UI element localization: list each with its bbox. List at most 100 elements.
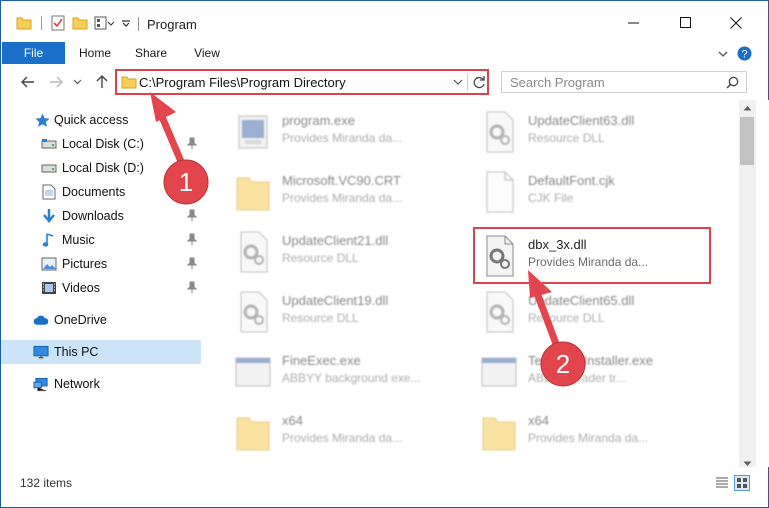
file-description: ABBYY background exe... — [282, 371, 421, 385]
nav-label: Local Disk (C:) — [62, 137, 144, 151]
pin-icon[interactable] — [187, 257, 197, 269]
pin-icon[interactable] — [187, 137, 197, 149]
pin-icon[interactable] — [187, 233, 197, 245]
file-item[interactable]: FineExec.exe ABBYY background exe... — [227, 344, 457, 400]
svg-text:?: ? — [741, 49, 747, 61]
exe-icon — [235, 357, 271, 387]
file-item[interactable]: UpdateClient63.dll Resource DLL — [473, 104, 703, 160]
minimize-button[interactable] — [611, 9, 657, 37]
highlight-box — [473, 227, 711, 284]
folder-icon — [236, 177, 270, 211]
music-icon — [41, 232, 57, 248]
file-description: Resource DLL — [282, 311, 359, 325]
folder-icon — [482, 417, 516, 451]
title-separator — [138, 17, 139, 31]
nav-label: Quick access — [54, 113, 129, 127]
address-separator — [467, 73, 468, 91]
recent-locations-button[interactable] — [71, 73, 83, 91]
nav-item-onedrive[interactable]: OneDrive — [1, 308, 202, 332]
nav-label: Videos — [62, 281, 100, 295]
dll-icon — [486, 111, 514, 153]
file-name: DefaultFont.cjk — [528, 173, 615, 188]
file-item[interactable]: Microsoft.VC90.CRT Provides Miranda da..… — [227, 164, 457, 220]
back-button[interactable] — [19, 73, 37, 91]
search-icon[interactable] — [726, 76, 739, 89]
nav-item-local-disk-d[interactable]: Local Disk (D:) — [1, 156, 202, 180]
up-button[interactable] — [93, 73, 111, 91]
navigation-pane: Quick access Local Disk (C:) Local Disk … — [0, 100, 202, 467]
file-description: Resource DLL — [282, 251, 359, 265]
dll-icon — [486, 291, 514, 333]
file-item[interactable]: program.exe Provides Miranda da... — [227, 104, 457, 160]
nav-item-quick-access[interactable]: Quick access — [1, 108, 202, 132]
search-box[interactable]: Search Program — [501, 71, 747, 93]
file-item[interactable]: TesseractInstaller.exe ABBYY reader tr..… — [473, 344, 703, 400]
file-name: UpdateClient19.dll — [282, 293, 389, 308]
address-path[interactable]: C:\Program Files\Program Directory — [139, 75, 346, 90]
maximize-button[interactable] — [663, 9, 709, 37]
file-name: x64 — [282, 413, 303, 428]
scrollbar-thumb[interactable] — [740, 117, 754, 165]
download-icon — [41, 208, 57, 224]
star-icon — [34, 112, 50, 128]
file-description: Provides Miranda da... — [282, 191, 403, 205]
nav-label: OneDrive — [54, 313, 107, 327]
nav-item-local-disk-c[interactable]: Local Disk (C:) — [1, 132, 202, 156]
search-input[interactable]: Search Program — [510, 75, 605, 90]
chevron-down-icon — [73, 79, 81, 85]
file-item[interactable]: x64 Provides Miranda da... — [473, 404, 703, 460]
expand-ribbon-icon[interactable] — [715, 46, 731, 61]
tab-home[interactable]: Home — [73, 42, 117, 64]
address-bar[interactable]: C:\Program Files\Program Directory — [115, 69, 489, 95]
nav-item-videos[interactable]: Videos — [1, 276, 202, 300]
file-item[interactable]: DefaultFont.cjk CJK File — [473, 164, 703, 220]
video-icon — [41, 280, 57, 296]
close-icon — [730, 17, 742, 29]
file-description: Resource DLL — [528, 311, 605, 325]
forward-button[interactable] — [47, 73, 65, 91]
refresh-icon[interactable] — [472, 75, 486, 89]
customize-toolbar-icon[interactable] — [93, 13, 115, 33]
folder-icon — [236, 417, 270, 451]
title-bar: Program — [0, 0, 769, 42]
file-description: CJK File — [528, 191, 574, 205]
nav-item-network[interactable]: Network — [1, 372, 202, 396]
separator — [37, 13, 45, 33]
nav-item-this-pc[interactable]: This PC — [1, 340, 202, 364]
dll-icon — [240, 231, 268, 273]
file-item[interactable]: UpdateClient21.dll Resource DLL — [227, 224, 457, 280]
file-item[interactable]: UpdateClient19.dll Resource DLL — [227, 284, 457, 340]
tab-file[interactable]: File — [2, 42, 65, 64]
properties-icon[interactable] — [49, 13, 67, 33]
nav-item-documents[interactable]: Documents — [1, 180, 202, 204]
details-view-icon[interactable] — [714, 475, 730, 491]
exe-icon — [481, 357, 517, 387]
nav-item-music[interactable]: Music — [1, 228, 202, 252]
window-title: Program — [147, 17, 197, 32]
file-description: ABBYY reader tr... — [528, 371, 626, 385]
forward-arrow-icon — [50, 76, 63, 88]
pin-icon[interactable] — [187, 209, 197, 221]
close-button[interactable] — [713, 9, 759, 37]
nav-label: Network — [54, 377, 100, 391]
file-name: Microsoft.VC90.CRT — [282, 173, 401, 188]
new-folder-icon[interactable] — [71, 13, 89, 33]
nav-item-pictures[interactable]: Pictures — [1, 252, 202, 276]
pictures-icon — [41, 256, 57, 272]
tiles-view-icon[interactable] — [734, 475, 750, 491]
file-description: Provides Miranda da... — [282, 131, 403, 145]
drive-icon — [41, 160, 57, 176]
pin-icon[interactable] — [187, 281, 197, 293]
chevron-down-icon[interactable] — [119, 13, 133, 33]
scroll-up-icon[interactable] — [741, 102, 753, 114]
chevron-down-icon[interactable] — [453, 79, 463, 85]
folder-icon[interactable] — [15, 13, 33, 33]
nav-item-downloads[interactable]: Downloads — [1, 204, 202, 228]
tab-view[interactable]: View — [185, 42, 229, 64]
file-name: UpdateClient21.dll — [282, 233, 389, 248]
tab-share[interactable]: Share — [129, 42, 173, 64]
nav-label: Downloads — [62, 209, 124, 223]
file-item[interactable]: UpdateClient65.dll Resource DLL — [473, 284, 703, 340]
file-item[interactable]: x64 Provides Miranda da... — [227, 404, 457, 460]
help-icon[interactable]: ? — [736, 46, 752, 61]
